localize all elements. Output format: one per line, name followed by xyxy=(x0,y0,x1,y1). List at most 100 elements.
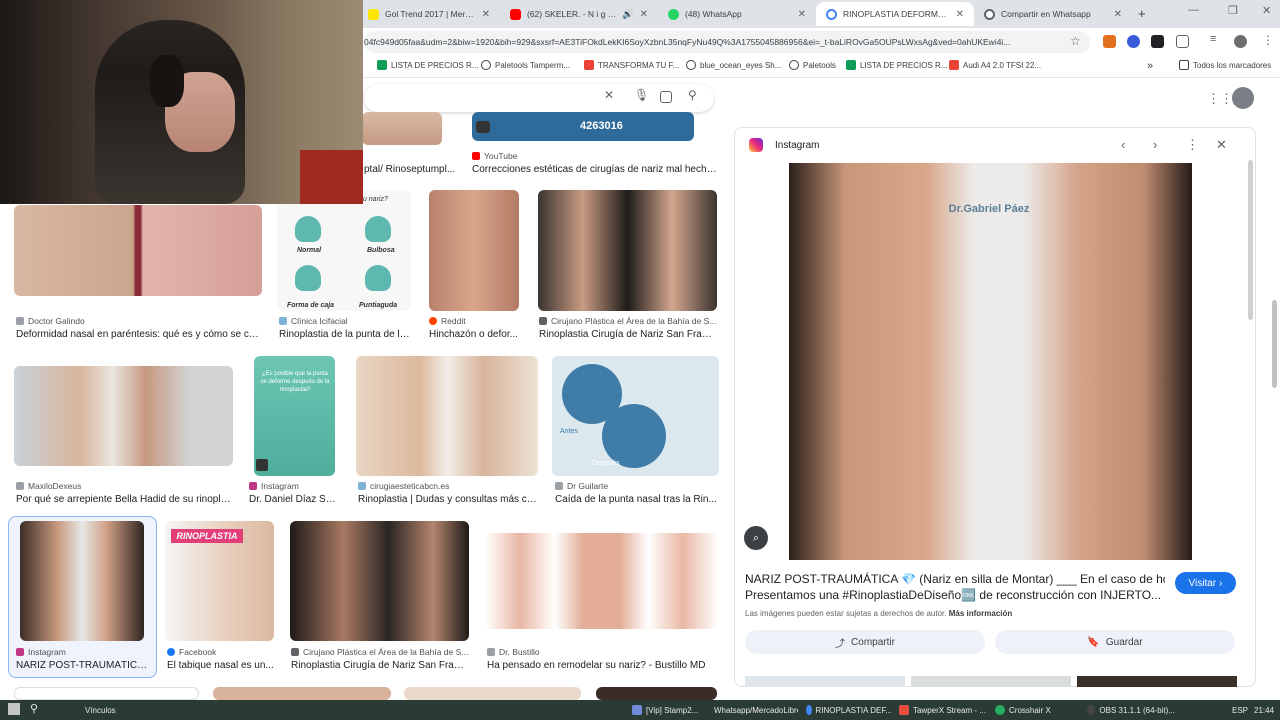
lens-icon[interactable] xyxy=(660,91,672,103)
metamask-icon[interactable] xyxy=(1103,35,1116,48)
address-bar[interactable]: 04fc949d05faa&udm=2&biw=1920&bih=929&sxs… xyxy=(364,31,1090,53)
minimize-button[interactable]: — xyxy=(1188,4,1199,16)
taskbar-item[interactable]: [Vip] Stamp2... xyxy=(632,702,702,718)
tab-whatsapp[interactable]: (48) WhatsApp ✕ xyxy=(658,2,816,26)
reddit-icon xyxy=(429,317,437,325)
account-avatar[interactable] xyxy=(1232,87,1254,109)
window-close-button[interactable]: ✕ xyxy=(1262,4,1271,17)
extension-icon[interactable] xyxy=(1127,35,1140,48)
youtube-icon xyxy=(510,8,521,20)
clock[interactable]: 21:44 xyxy=(1254,702,1274,718)
preview-image[interactable]: Dr.Gabriel Páez xyxy=(789,163,1192,560)
panel-source[interactable]: Instagram xyxy=(775,140,819,151)
image-result-thumb[interactable] xyxy=(213,687,391,700)
tab-compartir-whatsapp[interactable]: Compartir en Whatsapp ✕ xyxy=(974,2,1132,26)
image-result-thumb[interactable] xyxy=(14,687,199,700)
bookmark-star-icon[interactable]: ☆ xyxy=(1070,34,1081,48)
image-result-thumb[interactable] xyxy=(20,521,144,641)
image-result-thumb[interactable] xyxy=(596,687,717,700)
page-scrollbar[interactable] xyxy=(1272,300,1277,388)
image-result-thumb[interactable]: ¿Es posible que la punta se deforme desp… xyxy=(254,356,335,476)
image-result-thumb[interactable] xyxy=(362,112,442,145)
puzzle-icon[interactable] xyxy=(1176,35,1189,48)
close-icon[interactable]: ✕ xyxy=(1114,9,1122,20)
banner-title: RINOPLASTIA xyxy=(171,529,243,543)
bookmark-item[interactable]: LISTA DE PRECIOS R... xyxy=(846,60,947,70)
taskbar-item[interactable]: RINOPLASTIA DEF... xyxy=(806,702,892,718)
related-image-thumb[interactable] xyxy=(911,676,1071,687)
bookmarks-more-button[interactable]: » xyxy=(1147,60,1153,72)
panel-title-line1[interactable]: NARIZ POST-TRAUMÁTICA 💎 (Nariz en silla … xyxy=(745,572,1165,586)
close-icon[interactable]: ✕ xyxy=(798,9,806,20)
bookmark-item[interactable]: Paletools xyxy=(789,60,836,70)
save-button[interactable]: 🔖 Guardar xyxy=(995,630,1235,654)
image-result-thumb[interactable]: RINOPLASTIA xyxy=(165,521,274,641)
media-icon[interactable]: ≡ xyxy=(1210,33,1216,45)
image-result-caption: Por qué se arrepiente Bella Hadid de su … xyxy=(16,494,234,505)
panel-title-line2[interactable]: Presentamos una #RinoplastiaDeDiseño🆒 de… xyxy=(745,588,1165,602)
taskbar-item[interactable]: Whatsapp/MercadoLibre... xyxy=(710,702,798,718)
image-result-thumb[interactable] xyxy=(485,533,718,629)
share-button[interactable]: ⤴ Compartir xyxy=(745,630,985,654)
bookmark-item[interactable]: LISTA DE PRECIOS R... xyxy=(377,60,478,70)
new-tab-button[interactable]: + xyxy=(1138,6,1146,21)
related-image-thumb[interactable] xyxy=(1077,676,1237,687)
close-panel-icon[interactable]: ✕ xyxy=(1216,137,1227,153)
visit-button[interactable]: Visitar › xyxy=(1175,572,1236,594)
bookmark-item[interactable]: TRANSFORMA TU F... xyxy=(584,60,679,70)
taskbar-item[interactable]: OBS 31.1.1 (64-bit)... xyxy=(1087,702,1175,718)
image-result-thumb[interactable]: Antes Después xyxy=(552,356,719,476)
image-result-thumb[interactable] xyxy=(290,521,469,641)
image-result-thumb[interactable] xyxy=(429,190,519,311)
site-favicon-icon xyxy=(16,482,24,490)
avatar[interactable] xyxy=(1234,35,1247,48)
more-vert-icon[interactable]: ⋮ xyxy=(1262,33,1274,47)
all-bookmarks-folder[interactable]: Todos los marcadores xyxy=(1179,60,1271,70)
next-icon[interactable]: › xyxy=(1153,137,1157,152)
apps-grid-icon[interactable]: ⋮⋮ xyxy=(1207,91,1233,107)
taskbar-item[interactable]: Crosshair X xyxy=(995,702,1079,718)
close-icon[interactable]: ✕ xyxy=(640,9,648,20)
taskbar-item[interactable]: TawperX Stream - ... xyxy=(899,702,989,718)
image-result-thumb[interactable] xyxy=(14,205,262,296)
image-result-source: cirugiaesteticabcn.es xyxy=(358,481,449,491)
restore-button[interactable]: ❐ xyxy=(1228,4,1238,17)
more-info-link[interactable]: Más información xyxy=(949,609,1013,618)
image-result-thumb[interactable] xyxy=(14,366,233,466)
tab-youtube[interactable]: (62) SKELER. - N i g h t D r 🔊 ✕ xyxy=(500,2,658,26)
image-result-caption: Rinoplastia de la punta de la... xyxy=(279,329,411,340)
tab-google-search[interactable]: RINOPLASTIA DEFORME - Busc ✕ xyxy=(816,2,974,26)
image-result-source: Facebook xyxy=(167,647,216,657)
search-icon[interactable]: ⚲ xyxy=(688,88,697,102)
tab-mercadolibre[interactable]: Gol Trend 2017 | Mercado Libre ✕ xyxy=(358,2,500,26)
lens-search-icon[interactable]: ⌕ xyxy=(744,526,768,550)
image-result-caption: ptal/ Rinoseptumpl... xyxy=(364,164,456,175)
windows-start-icon[interactable] xyxy=(8,703,20,715)
site-favicon-icon xyxy=(539,317,547,325)
close-icon[interactable]: ✕ xyxy=(482,9,490,20)
bookmark-item[interactable]: blue_ocean_eyes Sh... xyxy=(686,60,781,70)
close-icon[interactable]: ✕ xyxy=(956,9,964,20)
extension-icon[interactable] xyxy=(1151,35,1164,48)
image-result-thumb[interactable]: 4263016 xyxy=(472,112,694,141)
image-result-caption: Rinoplastia | Dudas y consultas más co..… xyxy=(358,494,538,505)
chrome-icon xyxy=(806,705,812,715)
image-result-thumb[interactable] xyxy=(404,687,581,700)
bookmark-item[interactable]: Paletools Tamperm... xyxy=(481,60,570,70)
speaker-icon[interactable]: 🔊 xyxy=(622,9,633,20)
related-image-thumb[interactable] xyxy=(745,676,905,687)
bookmark-item[interactable]: Audi A4 2.0 TFSI 22... xyxy=(949,60,1041,70)
more-vert-icon[interactable]: ⋮ xyxy=(1186,137,1199,153)
clear-search-icon[interactable]: ✕ xyxy=(604,88,614,102)
image-result-source: Instagram xyxy=(16,647,66,657)
taskbar-item[interactable]: Vínculos xyxy=(85,702,116,718)
image-result-thumb[interactable]: tu nariz? Normal Bulbosa Forma de caja P… xyxy=(277,190,411,311)
language-indicator[interactable]: ESP xyxy=(1232,702,1248,718)
image-result-thumb[interactable] xyxy=(538,190,717,311)
image-result-thumb[interactable] xyxy=(356,356,538,476)
previous-icon[interactable]: ‹ xyxy=(1121,137,1125,152)
image-result-caption: Dr. Daniel Díaz Sái... xyxy=(249,494,339,505)
panel-scrollbar[interactable] xyxy=(1248,160,1253,320)
mic-icon[interactable]: 🎙 xyxy=(634,88,649,102)
search-icon[interactable]: ⚲ xyxy=(30,702,38,715)
